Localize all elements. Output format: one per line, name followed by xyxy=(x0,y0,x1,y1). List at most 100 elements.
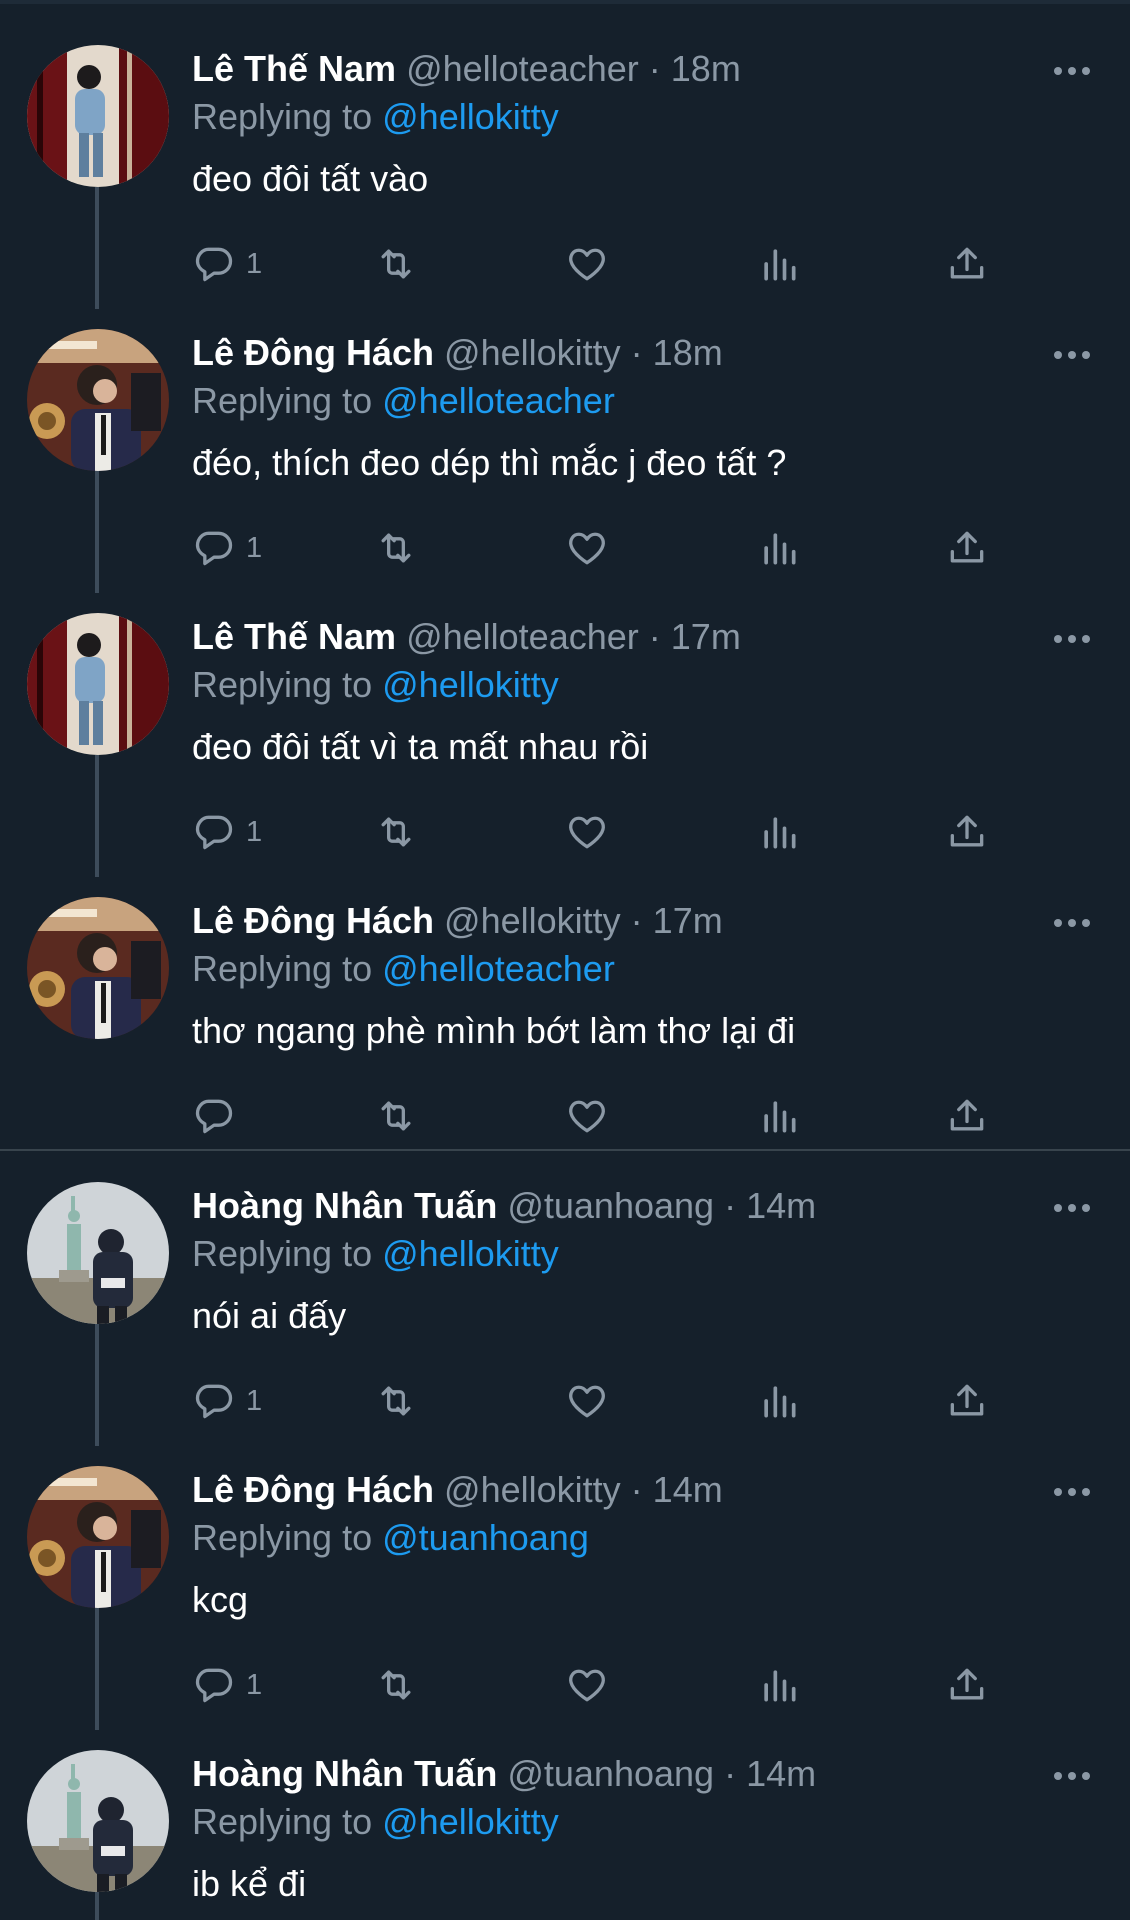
like-button[interactable] xyxy=(565,1660,609,1710)
views-button[interactable] xyxy=(757,523,801,573)
share-button[interactable] xyxy=(945,1091,989,1141)
reply-button[interactable]: 1 xyxy=(192,239,262,289)
more-icon[interactable] xyxy=(1050,59,1094,83)
action-bar: 1 xyxy=(192,807,1012,857)
replying-to-label: Replying to xyxy=(192,948,373,989)
user-handle[interactable]: @tuanhoang xyxy=(507,1753,714,1794)
share-button[interactable] xyxy=(945,1376,989,1426)
display-name[interactable]: Lê Thế Nam xyxy=(192,48,396,89)
timestamp[interactable]: 14m xyxy=(653,1469,723,1510)
avatar[interactable] xyxy=(27,1750,169,1892)
thread-connector-line xyxy=(95,755,99,877)
replying-to-handle[interactable]: @tuanhoang xyxy=(382,1517,589,1558)
reply-count: 1 xyxy=(246,1384,263,1417)
views-button[interactable] xyxy=(757,1091,801,1141)
timestamp[interactable]: 14m xyxy=(746,1185,816,1226)
retweet-button[interactable] xyxy=(374,523,418,573)
like-button[interactable] xyxy=(565,1376,609,1426)
tweet[interactable]: Lê Đông Hách @hellokitty · 14m Replying … xyxy=(0,1430,1130,1730)
replying-to-line: Replying to @hellokitty xyxy=(192,93,559,141)
user-handle[interactable]: @hellokitty xyxy=(444,332,621,373)
retweet-button[interactable] xyxy=(374,807,418,857)
like-icon xyxy=(569,532,605,565)
reply-icon xyxy=(195,815,233,850)
reply-button[interactable]: 1 xyxy=(192,807,262,857)
display-name[interactable]: Lê Đông Hách xyxy=(192,332,434,373)
tweet[interactable]: Hoàng Nhân Tuấn @tuanhoang · 14m Replyin… xyxy=(0,1714,1130,1920)
share-button[interactable] xyxy=(945,1660,989,1710)
reply-icon xyxy=(195,1668,233,1703)
views-button[interactable] xyxy=(757,807,801,857)
like-button[interactable] xyxy=(565,807,609,857)
display-name[interactable]: Hoàng Nhân Tuấn xyxy=(192,1753,497,1794)
avatar[interactable] xyxy=(27,897,169,1039)
tweet-header: Lê Đông Hách @hellokitty · 18m xyxy=(192,329,723,377)
views-icon xyxy=(764,817,796,849)
avatar[interactable] xyxy=(27,1182,169,1324)
retweet-icon xyxy=(381,1386,411,1416)
more-icon[interactable] xyxy=(1050,343,1094,367)
reply-button[interactable] xyxy=(192,1091,246,1141)
views-button[interactable] xyxy=(757,1660,801,1710)
timestamp[interactable]: 18m xyxy=(653,332,723,373)
replying-to-handle[interactable]: @hellokitty xyxy=(382,664,559,705)
display-name[interactable]: Lê Thế Nam xyxy=(192,616,396,657)
replying-to-handle[interactable]: @hellokitty xyxy=(382,96,559,137)
more-icon[interactable] xyxy=(1050,1196,1094,1220)
avatar[interactable] xyxy=(27,1466,169,1608)
retweet-button[interactable] xyxy=(374,1091,418,1141)
avatar[interactable] xyxy=(27,613,169,755)
tweet[interactable]: Lê Thế Nam @helloteacher · 17m Replying … xyxy=(0,577,1130,877)
reply-count: 1 xyxy=(246,1668,263,1701)
tweet[interactable]: Lê Đông Hách @hellokitty · 17m Replying … xyxy=(0,861,1130,1145)
separator-dot: · xyxy=(630,900,643,941)
replying-to-handle[interactable]: @helloteacher xyxy=(382,380,615,421)
retweet-button[interactable] xyxy=(374,1660,418,1710)
user-handle[interactable]: @tuanhoang xyxy=(507,1185,714,1226)
tweet-text: kcg xyxy=(192,1579,249,1620)
retweet-button[interactable] xyxy=(374,1376,418,1426)
reply-button[interactable]: 1 xyxy=(192,1660,262,1710)
display-name[interactable]: Hoàng Nhân Tuấn xyxy=(192,1185,497,1226)
display-name[interactable]: Lê Đông Hách xyxy=(192,900,434,941)
user-handle[interactable]: @helloteacher xyxy=(406,616,639,657)
share-button[interactable] xyxy=(945,807,989,857)
timestamp[interactable]: 17m xyxy=(671,616,741,657)
more-icon[interactable] xyxy=(1050,911,1094,935)
user-handle[interactable]: @hellokitty xyxy=(444,900,621,941)
views-icon xyxy=(764,249,796,281)
retweet-button[interactable] xyxy=(374,239,418,289)
reply-thread: Lê Thế Nam @helloteacher · 18m Replying … xyxy=(0,0,1130,1920)
tweet[interactable]: Lê Đông Hách @hellokitty · 18m Replying … xyxy=(0,293,1130,593)
user-handle[interactable]: @hellokitty xyxy=(444,1469,621,1510)
replying-to-line: Replying to @hellokitty xyxy=(192,1230,559,1278)
reply-button[interactable]: 1 xyxy=(192,1376,262,1426)
tweet[interactable]: Lê Thế Nam @helloteacher · 18m Replying … xyxy=(0,9,1130,309)
more-icon[interactable] xyxy=(1050,1764,1094,1788)
display-name[interactable]: Lê Đông Hách xyxy=(192,1469,434,1510)
views-button[interactable] xyxy=(757,1376,801,1426)
views-button[interactable] xyxy=(757,239,801,289)
avatar[interactable] xyxy=(27,329,169,471)
avatar[interactable] xyxy=(27,45,169,187)
timestamp[interactable]: 14m xyxy=(746,1753,816,1794)
replying-to-line: Replying to @helloteacher xyxy=(192,945,615,993)
action-bar: 1 xyxy=(192,239,1012,289)
replying-to-handle[interactable]: @hellokitty xyxy=(382,1233,559,1274)
replying-to-handle[interactable]: @hellokitty xyxy=(382,1801,559,1842)
user-handle[interactable]: @helloteacher xyxy=(406,48,639,89)
timestamp[interactable]: 17m xyxy=(653,900,723,941)
retweet-icon xyxy=(381,817,411,847)
share-button[interactable] xyxy=(945,523,989,573)
like-button[interactable] xyxy=(565,523,609,573)
timestamp[interactable]: 18m xyxy=(671,48,741,89)
like-button[interactable] xyxy=(565,1091,609,1141)
more-icon[interactable] xyxy=(1050,627,1094,651)
reply-button[interactable]: 1 xyxy=(192,523,262,573)
replying-to-handle[interactable]: @helloteacher xyxy=(382,948,615,989)
more-icon[interactable] xyxy=(1050,1480,1094,1504)
share-button[interactable] xyxy=(945,239,989,289)
tweet-header: Lê Thế Nam @helloteacher · 17m xyxy=(192,613,741,661)
tweet[interactable]: Hoàng Nhân Tuấn @tuanhoang · 14m Replyin… xyxy=(0,1146,1130,1446)
like-button[interactable] xyxy=(565,239,609,289)
